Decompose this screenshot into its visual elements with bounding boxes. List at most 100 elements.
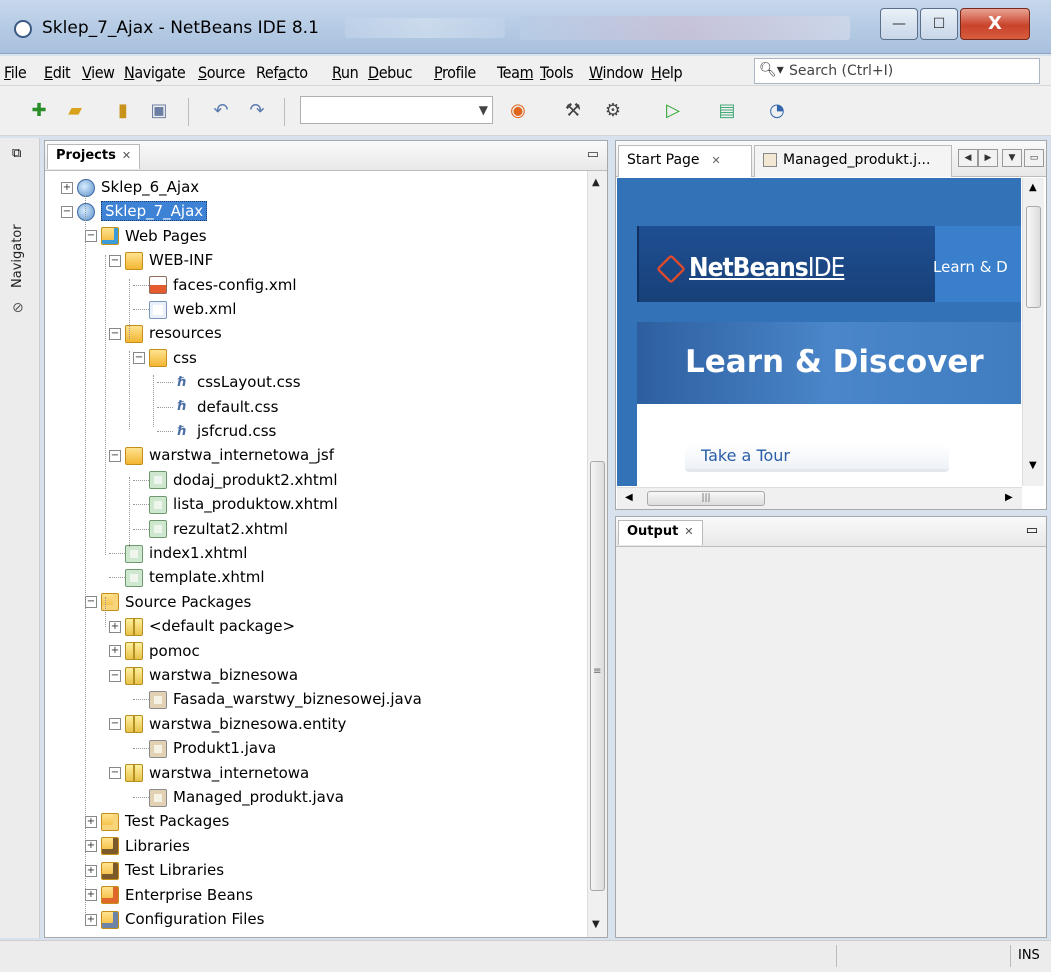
new-file-icon[interactable]: ▰ <box>62 98 88 124</box>
tree-node[interactable]: dodaj_produkt2.xhtml <box>133 468 338 492</box>
collapse-icon[interactable]: − <box>133 352 145 365</box>
menu-file[interactable]: File <box>4 63 27 82</box>
tree-node[interactable]: − resources <box>109 321 222 345</box>
tree-node[interactable]: ℏ default.css <box>157 395 278 419</box>
open-project-icon[interactable]: ▮ <box>110 98 136 124</box>
scroll-up-icon[interactable]: ▲ <box>1029 182 1037 193</box>
title-bar[interactable]: Sklep_7_Ajax - NetBeans IDE 8.1 — ☐ X <box>0 0 1051 54</box>
tree-node[interactable]: rezultat2.xhtml <box>133 517 288 541</box>
collapse-icon[interactable]: − <box>109 718 121 731</box>
scroll-left-icon[interactable]: ◀ <box>625 492 633 503</box>
clean-build-icon[interactable]: ⚒ <box>560 98 586 124</box>
tree-node[interactable]: − warstwa_internetowa <box>109 761 309 785</box>
save-all-icon[interactable]: ▣ <box>146 98 172 124</box>
collapse-icon[interactable]: − <box>85 230 97 243</box>
undo-icon[interactable]: ↶ <box>208 98 234 124</box>
quick-search[interactable]: 🔍︎▾ Search (Ctrl+I) <box>754 58 1040 84</box>
expand-icon[interactable]: + <box>61 181 73 194</box>
tree-node[interactable]: + Configuration Files <box>85 907 264 931</box>
close-button[interactable]: X <box>960 8 1030 40</box>
tree-node[interactable]: template.xhtml <box>109 565 265 589</box>
menu-navigate[interactable]: Navigate <box>124 63 186 82</box>
start-page-hscroll[interactable]: ◀ ||| ▶ <box>617 487 1022 509</box>
tree-node[interactable]: faces-config.xml <box>133 273 297 297</box>
menu-window[interactable]: Window <box>589 63 644 82</box>
tree-node[interactable]: + Test Packages <box>85 809 229 833</box>
collapse-icon[interactable]: − <box>61 205 73 218</box>
start-page-vscroll[interactable]: ▲ ▼ <box>1022 178 1044 486</box>
tree-node[interactable]: − warstwa_biznesowa.entity <box>109 712 346 736</box>
expand-icon[interactable]: + <box>109 620 121 633</box>
tree-node[interactable]: + Sklep_6_Ajax <box>61 175 199 199</box>
minimize-button[interactable]: — <box>880 8 918 40</box>
tab-managed-produkt[interactable]: Managed_produkt.j... <box>754 145 952 177</box>
tree-node[interactable]: − warstwa_biznesowa <box>109 663 298 687</box>
tree-node[interactable]: lista_produktow.xhtml <box>133 492 338 516</box>
tree-node[interactable]: Managed_produkt.java <box>133 785 344 809</box>
minimize-icon[interactable]: ▭ <box>1024 149 1044 167</box>
tree-node[interactable]: + Libraries <box>85 834 190 858</box>
expand-icon[interactable]: + <box>85 913 97 926</box>
close-icon[interactable]: ✕ <box>712 154 721 167</box>
scroll-thumb[interactable]: ||| <box>647 491 765 506</box>
scroll-tabs-left-icon[interactable]: ◀ <box>958 149 978 167</box>
expand-icon[interactable]: + <box>85 889 97 902</box>
scroll-thumb[interactable] <box>1026 206 1041 308</box>
collapse-icon[interactable]: − <box>109 254 121 267</box>
menu-team[interactable]: Team <box>497 63 534 82</box>
close-icon[interactable]: ✕ <box>684 525 693 538</box>
chevron-down-icon[interactable]: ▼ <box>479 103 488 117</box>
tree-node[interactable]: − warstwa_internetowa_jsf <box>109 443 334 467</box>
collapse-icon[interactable]: − <box>85 596 97 609</box>
tree-node[interactable]: Fasada_warstwy_biznesowej.java <box>133 687 422 711</box>
collapse-icon[interactable]: − <box>109 669 121 682</box>
restore-window-icon[interactable]: ⧉ <box>12 146 21 161</box>
close-icon[interactable]: ✕ <box>122 149 131 162</box>
tab-projects[interactable]: Projects ✕ <box>47 144 141 169</box>
scroll-down-icon[interactable]: ▼ <box>592 919 600 930</box>
run-icon[interactable]: ▷ <box>660 98 686 124</box>
collapse-icon[interactable]: − <box>109 449 121 462</box>
menu-edit[interactable]: Edit <box>44 63 71 82</box>
tree-node[interactable]: − Web Pages <box>85 224 207 248</box>
tree-node[interactable]: + pomoc <box>109 639 200 663</box>
new-project-icon[interactable]: ✚ <box>26 98 52 124</box>
show-documents-icon[interactable]: ▼ <box>1002 149 1022 167</box>
tree-node[interactable]: Produkt1.java <box>133 736 276 760</box>
scroll-down-icon[interactable]: ▼ <box>1029 460 1037 471</box>
minimize-icon[interactable]: ▭ <box>587 147 599 162</box>
redo-icon[interactable]: ↷ <box>244 98 270 124</box>
menu-debug[interactable]: Debuc <box>368 63 413 82</box>
menu-run[interactable]: Run <box>332 63 359 82</box>
netbeans-logo[interactable]: NetBeansIDE <box>656 253 845 284</box>
menu-view[interactable]: View <box>82 63 115 82</box>
tree-node[interactable]: + Test Libraries <box>85 858 224 882</box>
projects-scrollbar[interactable]: ▲ ≡ ▼ <box>587 171 607 937</box>
scroll-right-icon[interactable]: ▶ <box>1005 492 1013 503</box>
search-icon[interactable]: 🔍︎▾ <box>759 62 784 78</box>
tab-start-page[interactable]: Start Page ✕ <box>618 145 752 177</box>
collapse-icon[interactable]: − <box>109 767 121 780</box>
tab-output[interactable]: Output ✕ <box>618 520 703 545</box>
browser-icon[interactable]: ◉ <box>505 98 531 124</box>
menu-help[interactable]: Help <box>651 63 683 82</box>
learn-discover-link[interactable]: Learn & D <box>933 258 1008 276</box>
menu-tools[interactable]: Tools <box>540 63 574 82</box>
build-icon[interactable]: ⚙ <box>600 98 626 124</box>
menu-profile[interactable]: Profile <box>434 63 476 82</box>
tree-node[interactable]: ℏ jsfcrud.css <box>157 419 276 443</box>
tree-node[interactable]: + <default package> <box>109 614 295 638</box>
tree-node[interactable]: + Enterprise Beans <box>85 883 253 907</box>
expand-icon[interactable]: + <box>85 864 97 877</box>
tree-node[interactable]: ℏ cssLayout.css <box>157 370 301 394</box>
profile-icon[interactable]: ◔ <box>764 98 790 124</box>
menu-source[interactable]: Source <box>198 63 245 82</box>
tree-node[interactable]: − WEB-INF <box>109 248 213 272</box>
navigator-tab[interactable]: Navigator <box>10 224 25 288</box>
debug-icon[interactable]: ▤ <box>714 98 740 124</box>
expand-icon[interactable]: + <box>109 645 121 658</box>
take-a-tour-link[interactable]: Take a Tour <box>685 444 949 472</box>
tree-node[interactable]: − Source Packages <box>85 590 251 614</box>
expand-icon[interactable]: + <box>85 840 97 853</box>
menu-refacto[interactable]: Refacto <box>256 63 308 82</box>
